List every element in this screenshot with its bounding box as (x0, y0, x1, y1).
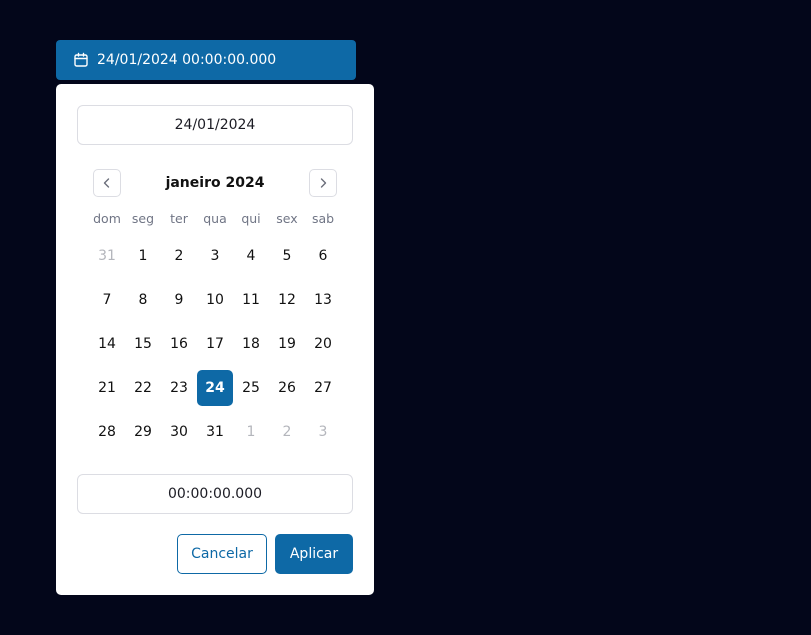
weekday-label: seg (131, 211, 155, 226)
day-cell[interactable]: 1 (125, 238, 161, 274)
date-input[interactable]: 24/01/2024 (77, 105, 353, 145)
day-cell[interactable]: 28 (89, 414, 125, 450)
calendar-icon (73, 52, 89, 68)
date-picker-popover: 24/01/2024 janeiro 2024 dom seg ter qua qui s… (56, 84, 374, 595)
next-month-button[interactable] (309, 169, 337, 197)
day-cell[interactable]: 16 (161, 326, 197, 362)
day-cell[interactable]: 8 (125, 282, 161, 318)
day-cell[interactable]: 27 (305, 370, 341, 406)
day-cell[interactable]: 15 (125, 326, 161, 362)
day-cell-outside[interactable]: 2 (269, 414, 305, 450)
date-time-trigger-button[interactable]: 24/01/2024 00:00:00.000 (56, 40, 356, 80)
day-cell[interactable]: 20 (305, 326, 341, 362)
day-cell[interactable]: 19 (269, 326, 305, 362)
day-cell[interactable]: 25 (233, 370, 269, 406)
day-cell[interactable]: 11 (233, 282, 269, 318)
weekday-label: dom (93, 211, 121, 226)
day-cell[interactable]: 29 (125, 414, 161, 450)
weekday-label: qui (241, 211, 261, 226)
day-cell[interactable]: 3 (197, 238, 233, 274)
apply-button[interactable]: Aplicar (275, 534, 353, 574)
cancel-button[interactable]: Cancelar (177, 534, 267, 574)
day-cell-outside[interactable]: 1 (233, 414, 269, 450)
day-cell[interactable]: 30 (161, 414, 197, 450)
day-cell[interactable]: 7 (89, 282, 125, 318)
day-cell[interactable]: 6 (305, 238, 341, 274)
day-cell[interactable]: 23 (161, 370, 197, 406)
day-cell[interactable]: 10 (197, 282, 233, 318)
weekday-label: sab (311, 211, 335, 226)
day-cell[interactable]: 5 (269, 238, 305, 274)
previous-month-button[interactable] (93, 169, 121, 197)
month-title: janeiro 2024 (165, 175, 265, 191)
day-cell[interactable]: 14 (89, 326, 125, 362)
day-cell[interactable]: 18 (233, 326, 269, 362)
day-cell-outside[interactable]: 3 (305, 414, 341, 450)
day-cell[interactable]: 31 (197, 414, 233, 450)
day-cell[interactable]: 17 (197, 326, 233, 362)
chevron-right-icon (317, 177, 329, 189)
day-cell-outside[interactable]: 31 (89, 238, 125, 274)
trigger-value: 24/01/2024 00:00:00.000 (97, 52, 277, 68)
day-cell[interactable]: 26 (269, 370, 305, 406)
weekday-label: ter (170, 211, 188, 226)
weekday-label: sex (276, 211, 298, 226)
day-cell-selected[interactable]: 24 (197, 370, 233, 406)
day-cell[interactable]: 12 (269, 282, 305, 318)
weekday-label: qua (203, 211, 227, 226)
day-cell[interactable]: 21 (89, 370, 125, 406)
day-cell[interactable]: 2 (161, 238, 197, 274)
chevron-left-icon (101, 177, 113, 189)
day-cell[interactable]: 22 (125, 370, 161, 406)
day-cell[interactable]: 4 (233, 238, 269, 274)
time-input[interactable]: 00:00:00.000 (77, 474, 353, 514)
day-cell[interactable]: 13 (305, 282, 341, 318)
day-cell[interactable]: 9 (161, 282, 197, 318)
